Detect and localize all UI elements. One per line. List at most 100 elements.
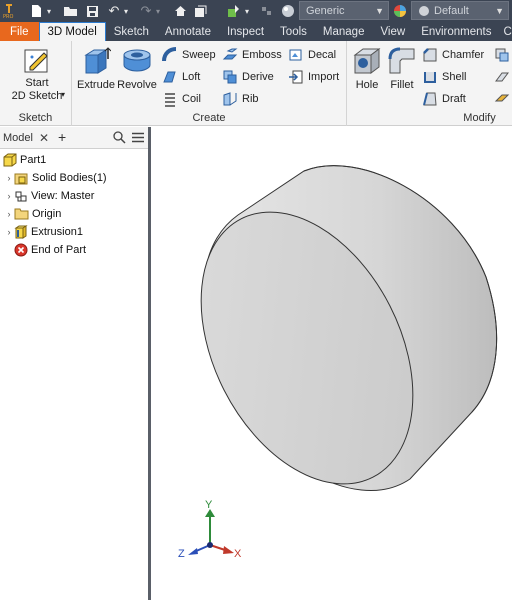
tab-view[interactable]: View xyxy=(372,22,413,41)
thicken-icon xyxy=(494,91,510,107)
shell-button[interactable]: Shell xyxy=(422,69,466,85)
tab-environments[interactable]: Environments xyxy=(413,22,499,41)
tab-3d-model[interactable]: 3D Model xyxy=(39,22,106,41)
revolve-button[interactable]: Revolve xyxy=(117,45,157,92)
rib-button[interactable]: Rib xyxy=(222,91,259,107)
rib-icon xyxy=(222,91,238,107)
decal-button[interactable]: Decal xyxy=(288,47,336,63)
model-browser: Model ✕ + Part1 › Solid Bodies(1) › View… xyxy=(0,127,151,600)
appearance-dropdown[interactable]: Default ▼ xyxy=(411,1,509,20)
import-label: Import xyxy=(308,71,339,83)
fillet-icon xyxy=(387,45,417,77)
fillet-label: Fillet xyxy=(390,79,413,92)
graphics-window[interactable]: Y X Z xyxy=(154,127,512,600)
chevron-down-icon: ▼ xyxy=(375,6,384,16)
chamfer-button[interactable]: Chamfer xyxy=(422,47,484,63)
draft-icon xyxy=(422,91,438,107)
start-2d-sketch-label: Start 2D Sketch xyxy=(12,77,63,103)
create-panel: Extrude Revolve Sweep Loft Coil Emboss D… xyxy=(72,41,347,126)
shell-label: Shell xyxy=(442,71,466,83)
select-filter-icon[interactable] xyxy=(226,3,242,19)
tab-file[interactable]: File xyxy=(0,22,39,41)
x-axis-label: X xyxy=(234,548,241,560)
extrusion-icon xyxy=(14,224,28,239)
open-folder-icon[interactable] xyxy=(62,3,78,19)
sweep-label: Sweep xyxy=(182,49,216,61)
redo-dropdown-chevron-icon[interactable]: ▾ xyxy=(154,3,162,19)
new-dropdown-chevron-icon[interactable]: ▾ xyxy=(44,3,54,19)
tree-node-solid-bodies[interactable]: › Solid Bodies(1) xyxy=(4,169,107,186)
coil-button[interactable]: Coil xyxy=(162,91,201,107)
revolve-icon xyxy=(121,45,153,77)
thicken-button[interactable] xyxy=(494,91,512,107)
select-dropdown-chevron-icon[interactable]: ▾ xyxy=(243,3,251,19)
sweep-button[interactable]: Sweep xyxy=(162,47,216,63)
browser-tab-model[interactable]: Model xyxy=(3,132,33,144)
draft-button[interactable]: Draft xyxy=(422,91,466,107)
tab-manage[interactable]: Manage xyxy=(315,22,373,41)
chevron-right-icon[interactable]: › xyxy=(4,227,14,237)
measure-icon[interactable] xyxy=(259,3,275,19)
appearance-globe-icon[interactable] xyxy=(280,3,296,19)
tree-label: End of Part xyxy=(31,244,86,256)
tree-node-part1[interactable]: Part1 xyxy=(3,151,46,168)
tab-tools[interactable]: Tools xyxy=(272,22,315,41)
combine-button[interactable] xyxy=(494,47,512,63)
start-sketch-chevron-icon[interactable]: ▾ xyxy=(61,90,65,99)
chevron-down-icon: ▼ xyxy=(495,6,504,16)
hole-button[interactable]: Hole xyxy=(351,45,383,92)
create-panel-label: Create xyxy=(72,112,346,124)
chamfer-icon xyxy=(422,47,438,63)
start-2d-sketch-button[interactable]: Start 2D Sketch xyxy=(6,45,68,103)
chamfer-label: Chamfer xyxy=(442,49,484,61)
tree-label: Extrusion1 xyxy=(31,226,83,238)
undo-icon[interactable]: ↶ xyxy=(106,3,122,19)
tab-overflow[interactable]: C xyxy=(500,22,512,41)
chevron-right-icon[interactable]: › xyxy=(4,173,14,183)
new-file-icon[interactable] xyxy=(28,3,44,19)
tree-node-origin[interactable]: › Origin xyxy=(4,205,61,222)
import-button[interactable]: Import xyxy=(288,69,339,85)
update-icon[interactable] xyxy=(192,3,208,19)
search-icon[interactable] xyxy=(113,131,126,147)
chevron-right-icon[interactable]: › xyxy=(4,209,14,219)
chevron-right-icon[interactable]: › xyxy=(4,191,14,201)
tree-node-view-master[interactable]: › View: Master xyxy=(4,187,94,204)
fillet-button[interactable]: Fillet xyxy=(386,45,418,92)
tab-inspect[interactable]: Inspect xyxy=(219,22,272,41)
coil-icon xyxy=(162,91,178,107)
extrude-button[interactable]: Extrude xyxy=(75,45,117,92)
tab-sketch[interactable]: Sketch xyxy=(106,22,157,41)
material-dropdown[interactable]: Generic ▼ xyxy=(299,1,389,20)
undo-dropdown-chevron-icon[interactable]: ▾ xyxy=(122,3,130,19)
extrude-label: Extrude xyxy=(77,79,115,92)
shell-icon xyxy=(422,69,438,85)
tree-node-extrusion1[interactable]: › Extrusion1 xyxy=(4,223,83,240)
loft-button[interactable]: Loft xyxy=(162,69,200,85)
solid-bodies-folder-icon xyxy=(14,171,29,185)
material-value: Generic xyxy=(306,5,345,17)
split-button[interactable] xyxy=(494,69,512,85)
emboss-label: Emboss xyxy=(242,49,282,61)
derive-icon xyxy=(222,69,238,85)
sketch-panel-label: Sketch xyxy=(0,112,71,124)
close-icon[interactable]: ✕ xyxy=(39,131,49,145)
tree-node-end-of-part[interactable]: End of Part xyxy=(14,241,86,258)
y-axis-label: Y xyxy=(205,499,212,511)
save-icon[interactable] xyxy=(84,3,100,19)
hamburger-menu-icon[interactable] xyxy=(132,132,144,146)
home-icon[interactable] xyxy=(172,3,188,19)
tab-annotate[interactable]: Annotate xyxy=(157,22,219,41)
split-icon xyxy=(494,69,510,85)
derive-button[interactable]: Derive xyxy=(222,69,274,85)
sweep-icon xyxy=(162,47,178,63)
redo-icon[interactable]: ↷ xyxy=(138,3,154,19)
tree-label: Origin xyxy=(32,208,61,220)
ribbon: Start 2D Sketch ▾ Sketch Extrude Revolve… xyxy=(0,41,512,126)
folder-icon xyxy=(14,207,29,220)
add-browser-tab-icon[interactable]: + xyxy=(58,129,66,145)
appearance-value: Default xyxy=(434,5,469,17)
color-wheel-icon[interactable] xyxy=(392,3,408,19)
emboss-button[interactable]: Emboss xyxy=(222,47,282,63)
decal-label: Decal xyxy=(308,49,336,61)
